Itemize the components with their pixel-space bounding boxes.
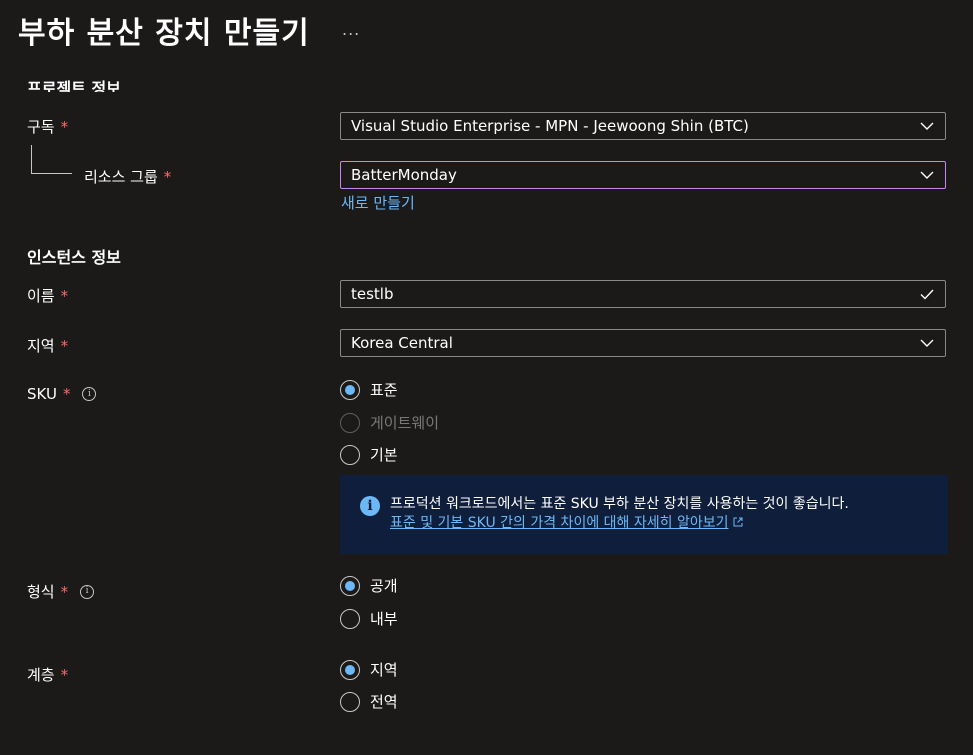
region-dropdown[interactable]: Korea Central <box>340 329 946 357</box>
resource-group-dropdown[interactable]: BatterMonday <box>340 161 946 189</box>
radio-button[interactable] <box>340 608 360 629</box>
checkmark-icon <box>920 289 934 300</box>
name-input[interactable]: testlb <box>340 280 946 308</box>
create-new-resource-group-link[interactable]: 새로 만들기 <box>341 192 415 213</box>
radio-button[interactable] <box>340 444 360 465</box>
tier-option-regional[interactable]: 지역 <box>340 659 398 680</box>
sku-info-message: 프로덕션 워크로드에서는 표준 SKU 부하 분산 장치를 사용하는 것이 좋습… <box>390 496 849 512</box>
info-icon: i <box>360 496 380 516</box>
info-icon[interactable]: i <box>80 584 95 599</box>
sku-option-gateway: 게이트웨이 <box>340 412 439 433</box>
page-title: 부하 분산 장치 만들기 <box>18 16 310 51</box>
create-load-balancer-page: 부하 분산 장치 만들기 ... 프로젝트 정보 구독 * Visual Stu… <box>0 0 973 755</box>
sku-option-basic[interactable]: 기본 <box>340 444 398 465</box>
required-marker: * <box>62 385 71 403</box>
type-option-internal[interactable]: 내부 <box>340 608 398 629</box>
radio-button[interactable] <box>340 575 360 596</box>
sku-info-banner: i 프로덕션 워크로드에서는 표준 SKU 부하 분산 장치를 사용하는 것이 … <box>340 475 948 554</box>
required-marker: * <box>163 167 172 186</box>
chevron-down-icon <box>920 339 934 347</box>
sku-option-standard[interactable]: 표준 <box>340 379 398 400</box>
tier-label: 계층 * <box>27 665 69 685</box>
required-marker: * <box>60 665 69 684</box>
type-label: 형식 * i <box>27 581 95 602</box>
instance-details-heading: 인스턴스 정보 <box>27 248 121 267</box>
project-details-heading: 프로젝트 정보 <box>27 79 121 92</box>
tier-option-global[interactable]: 전역 <box>340 691 398 712</box>
subscription-label: 구독 * <box>27 117 69 137</box>
required-marker: * <box>60 336 69 355</box>
tree-connector <box>31 145 72 174</box>
type-option-public[interactable]: 공개 <box>340 575 398 596</box>
radio-button[interactable] <box>340 379 360 400</box>
required-marker: * <box>60 286 69 305</box>
chevron-down-icon <box>920 171 934 179</box>
required-marker: * <box>60 582 69 601</box>
subscription-dropdown[interactable]: Visual Studio Enterprise - MPN - Jeewoon… <box>340 112 946 140</box>
sku-pricing-link[interactable]: 표준 및 기본 SKU 간의 가격 차이에 대해 자세히 알아보기 <box>390 515 728 531</box>
region-label: 지역 * <box>27 336 69 356</box>
more-options-button[interactable]: ... <box>342 20 360 39</box>
name-label: 이름 * <box>27 286 69 306</box>
radio-button[interactable] <box>340 691 360 712</box>
radio-button <box>340 412 360 433</box>
sku-label: SKU * i <box>27 385 97 403</box>
radio-button[interactable] <box>340 659 360 680</box>
external-link-icon[interactable] <box>732 516 744 528</box>
info-icon[interactable]: i <box>82 387 97 401</box>
resource-group-label: 리소스 그룹 * <box>84 167 172 187</box>
required-marker: * <box>60 117 69 136</box>
chevron-down-icon <box>920 122 934 130</box>
